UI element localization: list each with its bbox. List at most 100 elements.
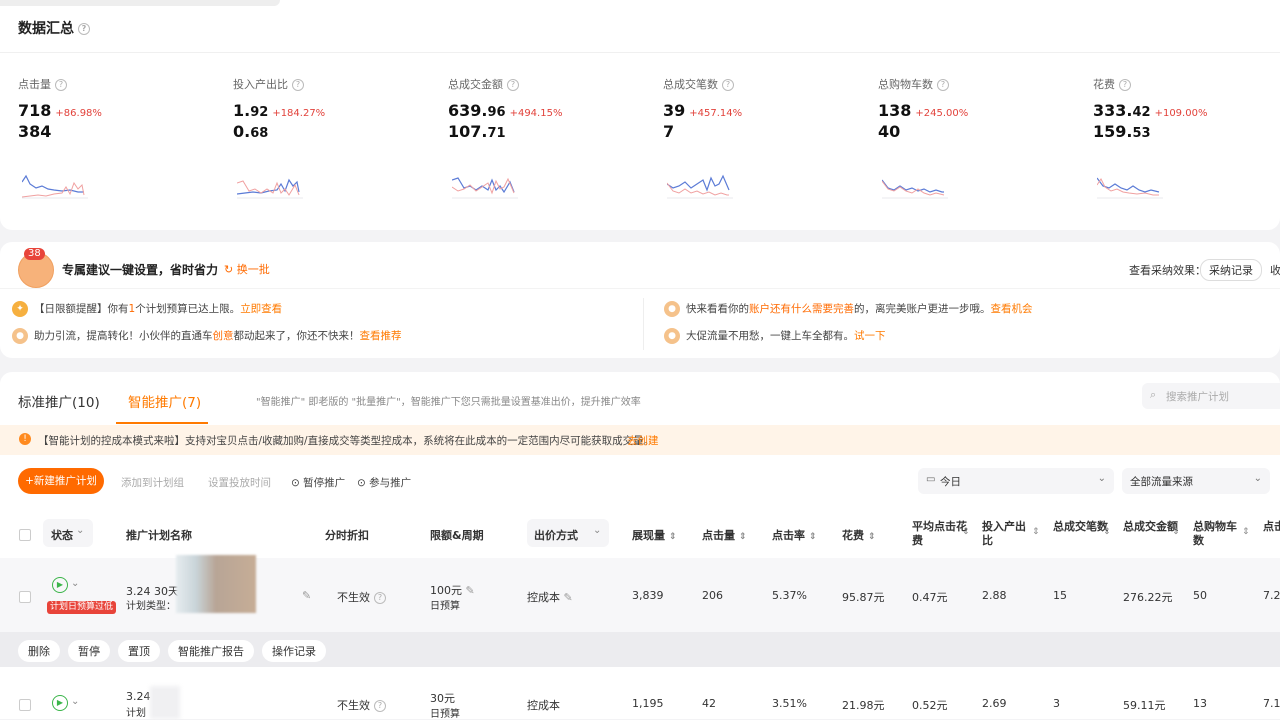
sort-icon[interactable]: ⇕: [1172, 527, 1180, 537]
roi: 2.88: [982, 589, 1007, 602]
pause-button[interactable]: ⊙ 暂停推广: [291, 475, 345, 490]
new-plan-button[interactable]: +新建推广计划: [18, 468, 104, 494]
sort-icon[interactable]: ⇕: [1242, 527, 1250, 537]
clicks: 206: [702, 589, 723, 602]
help-icon[interactable]: ?: [292, 79, 304, 91]
sort-icon: ⇕: [669, 532, 677, 542]
budget[interactable]: 30元: [430, 690, 455, 706]
notice-right-1: ● 快来看看你的账户还有什么需要完善的，离完美账户更进一步哦。查看机会: [664, 301, 1033, 317]
sort-icon[interactable]: ⇕: [1103, 527, 1111, 537]
chevron-down-icon[interactable]: ⌄: [71, 696, 79, 707]
discount: 不生效?: [337, 697, 386, 713]
view-opportunity-link[interactable]: 查看机会: [991, 303, 1033, 315]
sort-icon[interactable]: ⇕: [962, 527, 970, 537]
cost-control-banner: ! 【智能计划的控成本模式来啦】支持对宝贝点击/收藏加购/直接成交等类型控成本，…: [0, 425, 1280, 455]
ctr: 3.51%: [772, 697, 807, 710]
header-gmv[interactable]: 总成交金额: [1123, 520, 1179, 534]
help-icon[interactable]: ?: [55, 79, 67, 91]
row-action-button[interactable]: 操作记录: [262, 640, 326, 662]
join-button[interactable]: ⊙ 参与推广: [357, 475, 411, 490]
plan-search-input[interactable]: ⌕ 搜索推广计划: [1142, 383, 1280, 409]
metric-label: 总成交笔数?: [663, 76, 863, 92]
chat-icon: ●: [12, 328, 28, 344]
date-select[interactable]: ▭ 今日 ⌄: [918, 468, 1114, 494]
budget-period: 日预算: [430, 601, 460, 612]
source-value: 全部流量来源: [1130, 476, 1193, 488]
bid-mode[interactable]: 控成本: [527, 697, 560, 713]
status-play-icon[interactable]: ▶: [52, 695, 68, 711]
status-play-icon[interactable]: ▶: [52, 577, 68, 593]
row-checkbox[interactable]: [19, 591, 31, 603]
view-now-link[interactable]: 立即查看: [240, 303, 282, 315]
adopt-record-button[interactable]: 采纳记录: [1200, 259, 1262, 281]
metric-change: +86.98%: [55, 108, 102, 119]
header-status: 状态: [51, 529, 73, 542]
header-cpc[interactable]: 平均点击花费: [912, 520, 968, 548]
edit-icon[interactable]: ✎: [302, 589, 311, 602]
budget[interactable]: 100元 ✎: [430, 582, 475, 598]
metric-previous: 0.68: [233, 122, 269, 141]
product-thumbnail: [150, 686, 180, 719]
metric-label: 总成交金额?: [448, 76, 648, 92]
sort-icon: ⇕: [739, 532, 747, 542]
help-icon[interactable]: ?: [937, 79, 949, 91]
header-carts[interactable]: 总购物车数: [1193, 520, 1243, 548]
add-to-group-button[interactable]: 添加到计划组: [121, 475, 184, 490]
sparkline: [882, 179, 948, 199]
sparkline: [667, 174, 733, 199]
header-cvr[interactable]: 点击率: [1263, 520, 1280, 534]
orders: 15: [1053, 589, 1067, 602]
carts: 13: [1193, 697, 1207, 710]
help-icon[interactable]: ?: [374, 700, 386, 712]
go-create-link[interactable]: 去创建: [627, 433, 659, 448]
status-badge: 计划日预算过低: [47, 601, 117, 614]
bid-filter[interactable]: 出价方式 ⌄: [527, 519, 609, 547]
header-ctr[interactable]: 点击率 ⇕: [772, 527, 817, 543]
metric-label: 花费?: [1093, 76, 1280, 92]
help-icon[interactable]: ?: [374, 592, 386, 604]
row-checkbox[interactable]: [19, 699, 31, 711]
header-budget: 限额&周期: [430, 529, 484, 542]
try-link[interactable]: 试一下: [854, 330, 886, 342]
set-time-button[interactable]: 设置投放时间: [208, 475, 271, 490]
suggestion-card: 38 专属建议一键设置，省时省力 ↻ 换一批 查看采纳效果： 采纳记录 收 ✦ 【…: [0, 242, 1280, 358]
metric-1: 投入产出比? 1.92 +184.27% 0.68: [233, 76, 433, 206]
header-roi[interactable]: 投入产出比: [982, 520, 1032, 548]
help-icon[interactable]: ?: [78, 23, 90, 35]
sparkline-series-b: [667, 182, 729, 196]
status-filter[interactable]: 状态 ⌄: [43, 519, 93, 547]
tab-description: "智能推广" 即老版的 "批量推广"，智能推广下您只需批量设置基准出价，提升推广…: [256, 397, 641, 408]
metric-current: 39 +457.14%: [663, 101, 743, 120]
refresh-button[interactable]: ↻ 换一批: [224, 261, 270, 277]
sparkline: [452, 177, 518, 199]
tab-standard[interactable]: 标准推广(10): [18, 391, 100, 411]
traffic-source-select[interactable]: 全部流量来源 ⌄: [1122, 468, 1270, 494]
bid-mode[interactable]: 控成本 ✎: [527, 589, 573, 605]
help-icon[interactable]: ?: [1119, 79, 1131, 91]
header-clicks[interactable]: 点击量 ⇕: [702, 527, 747, 543]
metric-previous: 7: [663, 122, 675, 141]
metric-current: 718 +86.98%: [18, 101, 102, 120]
sort-icon[interactable]: ⇕: [1032, 527, 1040, 537]
chevron-down-icon: ⌄: [1097, 473, 1106, 484]
header-impressions[interactable]: 展现量 ⇕: [632, 527, 677, 543]
help-icon[interactable]: ?: [507, 79, 519, 91]
suggest-title: 专属建议一键设置，省时省力: [62, 263, 219, 277]
metric-previous: 107.71: [448, 122, 506, 141]
edit-icon[interactable]: ✎: [564, 591, 573, 604]
help-icon[interactable]: ?: [722, 79, 734, 91]
row-action-button[interactable]: 删除: [18, 640, 60, 662]
chevron-down-icon[interactable]: ⌄: [71, 578, 79, 589]
row-action-button[interactable]: 置顶: [118, 640, 160, 662]
header-orders[interactable]: 总成交笔数: [1053, 520, 1109, 534]
collapse-button[interactable]: 收: [1270, 262, 1280, 278]
select-all-checkbox[interactable]: [19, 529, 31, 541]
edit-icon[interactable]: ✎: [466, 584, 475, 597]
view-recommend-link[interactable]: 查看推荐: [360, 330, 402, 342]
calendar-icon: ▭: [926, 474, 936, 485]
tab-smart[interactable]: 智能推广(7): [128, 391, 201, 411]
metric-current: 1.92 +184.27%: [233, 101, 326, 120]
row-action-button[interactable]: 暂停: [68, 640, 110, 662]
header-cost[interactable]: 花费 ⇕: [842, 527, 876, 543]
row-action-button[interactable]: 智能推广报告: [168, 640, 254, 662]
